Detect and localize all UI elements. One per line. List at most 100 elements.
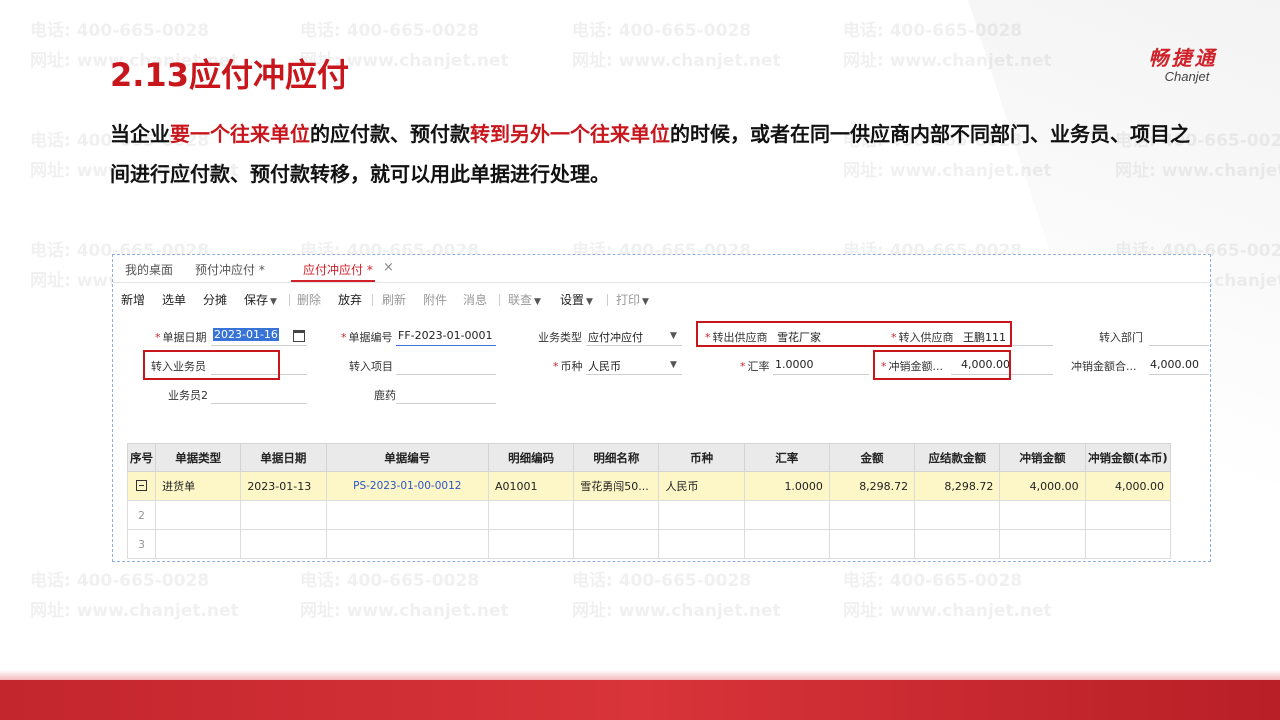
grid-cell[interactable]	[828, 500, 916, 530]
date-cell[interactable]: 2023-01-13	[240, 471, 327, 501]
doc-no-link[interactable]: PS-2023-01-00-0012	[325, 471, 490, 501]
medicine-label: 鹿药	[374, 389, 396, 402]
abandon-button[interactable]: 放弃	[338, 291, 362, 308]
link-query-label: 联查	[508, 293, 533, 307]
tab-payable-offset[interactable]: 应付冲应付 *	[303, 261, 373, 278]
column-header[interactable]: 序号	[126, 443, 157, 472]
biz-type-select[interactable]: 应付冲应付	[588, 329, 643, 345]
grid-cell[interactable]	[658, 529, 745, 559]
column-header[interactable]: 明细名称	[573, 443, 660, 472]
table-row[interactable]: 2	[126, 500, 1172, 530]
watermark: 电话: 400-665-0028网址: www.chanjet.net	[300, 571, 509, 621]
currency-select[interactable]: 人民币	[588, 358, 621, 374]
toolbar-divider	[499, 294, 500, 306]
grid-cell[interactable]	[658, 500, 745, 530]
slide-title: 2.13应付冲应付	[110, 56, 349, 94]
app-screenshot-panel: 我的桌面 预付冲应付 * 应付冲应付 * × 新增 选单 分摊 保存 ▼ 删除 放…	[112, 254, 1211, 562]
new-button[interactable]: 新增	[121, 291, 145, 308]
item-code-cell[interactable]: A01001	[487, 471, 575, 501]
print-button[interactable]: 打印 ▼	[616, 291, 649, 308]
grid-cell[interactable]	[999, 529, 1086, 559]
print-label: 打印	[616, 293, 641, 307]
calendar-icon[interactable]	[293, 330, 305, 342]
grid-header-row: 序号 单据类型 单据日期 单据编号 明细编码 明细名称 币种 汇率 金额 应结款…	[126, 443, 1172, 472]
grid-cell[interactable]	[240, 529, 327, 559]
currency-cell[interactable]: 人民币	[658, 471, 745, 501]
rate-label: * 汇率	[740, 360, 770, 373]
tab-bar: 我的桌面 预付冲应付 * 应付冲应付 * ×	[113, 255, 1210, 283]
doc-date-field[interactable]: 2023-01-16	[213, 328, 279, 341]
detail-grid: 序号 单据类型 单据日期 单据编号 明细编码 明细名称 币种 汇率 金额 应结款…	[126, 443, 1172, 559]
field-underline	[1149, 345, 1209, 346]
writeoff-cell[interactable]: 4,000.00	[999, 471, 1086, 501]
grid-cell[interactable]	[1084, 500, 1172, 530]
save-button[interactable]: 保存 ▼	[244, 291, 277, 308]
item-name-cell[interactable]: 雪花勇闯50...	[573, 471, 660, 501]
chevron-down-icon: ▼	[586, 297, 593, 307]
doc-no-field[interactable]: FF-2023-01-0001	[398, 329, 493, 342]
chevron-down-icon: ▼	[270, 297, 277, 307]
grid-cell[interactable]	[155, 500, 242, 530]
column-header[interactable]: 明细编码	[487, 443, 575, 472]
grid-cell[interactable]	[325, 529, 490, 559]
amount-cell[interactable]: 8,298.72	[828, 471, 916, 501]
settings-button[interactable]: 设置 ▼	[560, 291, 593, 308]
writeoff-local-cell[interactable]: 4,000.00	[1084, 471, 1172, 501]
tab-my-desktop[interactable]: 我的桌面	[125, 261, 173, 278]
logo-cn-text: 畅捷通	[1148, 46, 1218, 70]
table-row[interactable]: 进货单 2023-01-13 PS-2023-01-00-0012 A01001…	[126, 471, 1172, 501]
row-detail-icon[interactable]	[136, 480, 148, 491]
grid-cell[interactable]	[240, 500, 327, 530]
field-underline	[586, 345, 682, 346]
column-header[interactable]: 金额	[828, 443, 916, 472]
grid-cell[interactable]	[487, 529, 575, 559]
message-button[interactable]: 消息	[463, 291, 487, 308]
split-button[interactable]: 分摊	[203, 291, 227, 308]
delete-button[interactable]: 删除	[297, 291, 321, 308]
grid-cell[interactable]	[1084, 529, 1172, 559]
column-header[interactable]: 单据日期	[240, 443, 327, 472]
column-header[interactable]: 冲销金额(本币)	[1084, 443, 1172, 472]
doc-date-value: 2023-01-16	[213, 328, 279, 341]
grid-cell[interactable]	[487, 500, 575, 530]
tab-prepay-offset[interactable]: 预付冲应付 *	[195, 261, 265, 278]
watermark: 电话: 400-665-0028网址: www.chanjet.net	[572, 571, 781, 621]
close-icon[interactable]: ×	[383, 260, 394, 275]
column-header[interactable]: 冲销金额	[999, 443, 1086, 472]
chevron-down-icon: ▼	[534, 297, 541, 307]
grid-cell[interactable]	[999, 500, 1086, 530]
rate-field[interactable]: 1.0000	[775, 358, 814, 371]
field-underline	[396, 345, 496, 346]
highlight-box-writeoff	[873, 350, 1011, 380]
type-cell[interactable]: 进货单	[155, 471, 242, 501]
refresh-button[interactable]: 刷新	[382, 291, 406, 308]
payable-cell[interactable]: 8,298.72	[914, 471, 1001, 501]
grid-cell[interactable]	[743, 529, 830, 559]
grid-cell[interactable]	[914, 529, 1001, 559]
rate-cell[interactable]: 1.0000	[743, 471, 830, 501]
highlight-box-in-salesman	[143, 350, 280, 380]
grid-cell[interactable]	[914, 500, 1001, 530]
column-header[interactable]: 币种	[658, 443, 745, 472]
grid-cell[interactable]	[573, 529, 660, 559]
column-header[interactable]: 汇率	[743, 443, 830, 472]
attach-button[interactable]: 附件	[423, 291, 447, 308]
table-row[interactable]: 3	[126, 529, 1172, 559]
grid-cell[interactable]	[743, 500, 830, 530]
grid-cell[interactable]	[155, 529, 242, 559]
column-header[interactable]: 单据编号	[325, 443, 490, 472]
field-underline	[773, 374, 869, 375]
slide-description: 当企业要一个往来单位的应付款、预付款转到另外一个往来单位的时候，或者在同一供应商…	[110, 114, 1200, 194]
desc-text: 当企业	[110, 122, 170, 146]
select-button[interactable]: 选单	[162, 291, 186, 308]
column-header[interactable]: 单据类型	[155, 443, 242, 472]
chanjet-logo: 畅捷通 Chanjet	[1118, 42, 1248, 84]
field-underline	[1149, 374, 1209, 375]
field-underline	[396, 403, 496, 404]
grid-cell[interactable]	[573, 500, 660, 530]
grid-cell[interactable]	[828, 529, 916, 559]
column-header[interactable]: 应结款金额	[914, 443, 1001, 472]
link-query-button[interactable]: 联查 ▼	[508, 291, 541, 308]
grid-cell[interactable]	[325, 500, 490, 530]
field-underline	[396, 374, 496, 375]
